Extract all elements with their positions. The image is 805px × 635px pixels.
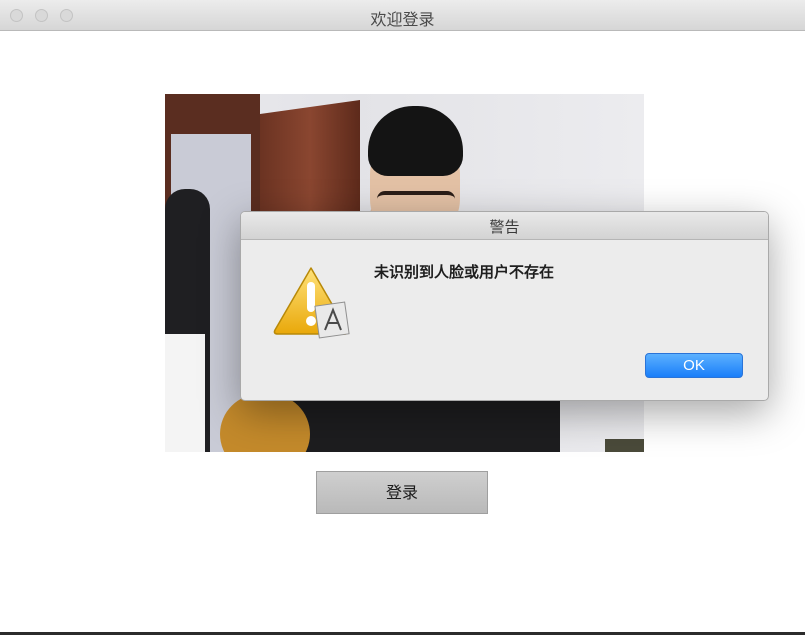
- alert-title-bar[interactable]: 警告: [241, 212, 768, 240]
- alert-dialog: 警告 未识别到人脸或用户不存在 OK: [240, 211, 769, 401]
- alert-message: 未识别到人脸或用户不存在: [374, 263, 555, 281]
- alert-title: 警告: [489, 218, 520, 236]
- warning-icon: [273, 267, 350, 339]
- window-title: 欢迎登录: [370, 10, 435, 29]
- ok-button[interactable]: OK: [645, 353, 743, 378]
- title-bar[interactable]: 欢迎登录: [0, 0, 805, 31]
- login-button[interactable]: 登录: [316, 471, 488, 514]
